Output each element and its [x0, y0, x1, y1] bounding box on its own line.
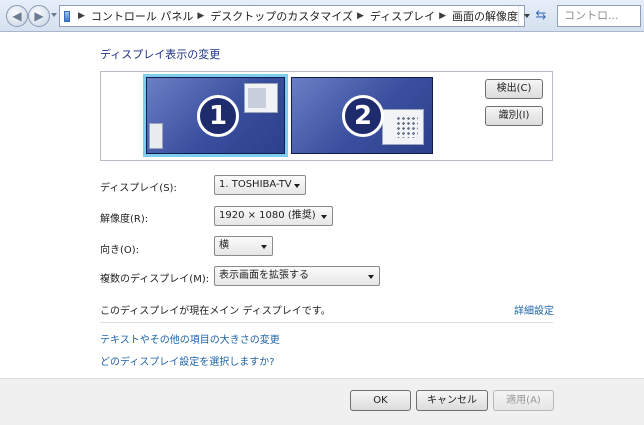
breadcrumb-item[interactable]: ▶ ディスプレイ	[353, 6, 435, 26]
orientation-select-value: 横	[219, 240, 229, 251]
orientation-label: 向き(O):	[100, 245, 140, 256]
chevron-down-icon	[321, 215, 327, 219]
breadcrumb-label[interactable]: デスクトップのカスタマイズ	[210, 8, 353, 24]
chevron-down-icon	[368, 275, 374, 279]
breadcrumb-item[interactable]: ▶ コントロール パネル	[74, 6, 193, 26]
ok-button[interactable]: OK	[350, 390, 411, 411]
breadcrumb-item[interactable]: ▶ 画面の解像度	[435, 6, 518, 26]
display-select[interactable]: 1. TOSHIBA-TV	[214, 175, 306, 195]
main-display-note: このディスプレイが現在メイン ディスプレイです。	[100, 306, 331, 317]
chevron-right-icon[interactable]: ▶	[74, 11, 91, 21]
resolution-select-value: 1920 × 1080 (推奨)	[219, 210, 316, 221]
back-icon[interactable]: ◀	[6, 5, 28, 27]
search-input[interactable]: コントロ...	[557, 5, 641, 27]
identify-button[interactable]: 識別(I)	[485, 106, 543, 126]
which-settings-link[interactable]: どのディスプレイ設定を選択しますか?	[100, 353, 275, 368]
address-dropdown-icon[interactable]	[518, 6, 530, 26]
chevron-right-icon[interactable]: ▶	[435, 11, 452, 21]
resolution-label: 解像度(R):	[100, 214, 149, 225]
control-panel-icon	[64, 10, 70, 22]
display-label: ディスプレイ(S):	[100, 183, 177, 194]
recent-pages-dropdown-icon[interactable]	[51, 13, 57, 17]
chevron-right-icon[interactable]: ▶	[193, 11, 210, 21]
monitor-2[interactable]: 2	[291, 77, 433, 154]
divider	[100, 322, 553, 323]
display-select-value: 1. TOSHIBA-TV	[219, 179, 292, 190]
monitor-1[interactable]: 1	[143, 74, 288, 157]
breadcrumb-label[interactable]: 画面の解像度	[452, 8, 518, 24]
refresh-icon[interactable]: ⇆	[530, 5, 552, 27]
dialog-footer: OK キャンセル 適用(A)	[0, 378, 644, 425]
chevron-right-icon[interactable]: ▶	[353, 11, 370, 21]
window-thumbnail-icon	[244, 83, 278, 113]
monitor-number: 1	[197, 95, 239, 137]
address-bar: ◀ ▶ ▶ コントロール パネル ▶ デスクトップのカスタマイズ ▶ ディスプレ…	[0, 0, 644, 32]
page-title: ディスプレイ表示の変更	[100, 48, 221, 61]
display-settings-panel: ディスプレイ表示の変更 1 2 検出(C) 識別(I) ディスプレイ(S): 1…	[0, 33, 644, 378]
multiple-displays-label: 複数のディスプレイ(M):	[100, 274, 210, 285]
breadcrumb-label[interactable]: コントロール パネル	[91, 8, 194, 24]
sidebar-thumbnail-icon	[149, 123, 163, 149]
orientation-select[interactable]: 横	[214, 236, 273, 256]
forward-icon[interactable]: ▶	[28, 5, 50, 27]
apply-button[interactable]: 適用(A)	[493, 390, 554, 411]
advanced-settings-link[interactable]: 詳細設定	[514, 302, 554, 317]
breadcrumb[interactable]: ▶ コントロール パネル ▶ デスクトップのカスタマイズ ▶ ディスプレイ ▶ …	[59, 5, 530, 27]
chevron-down-icon	[294, 184, 300, 188]
multiple-displays-select-value: 表示画面を拡張する	[219, 270, 309, 281]
chevron-down-icon	[261, 245, 267, 249]
text-size-link[interactable]: テキストやその他の項目の大きさの変更	[100, 331, 280, 346]
grid-icon	[396, 116, 418, 138]
resolution-select[interactable]: 1920 × 1080 (推奨)	[214, 206, 333, 226]
multiple-displays-select[interactable]: 表示画面を拡張する	[214, 266, 380, 286]
apps-grid-thumbnail-icon	[382, 109, 424, 145]
detect-button[interactable]: 検出(C)	[485, 79, 543, 99]
breadcrumb-item[interactable]: ▶ デスクトップのカスタマイズ	[193, 6, 353, 26]
breadcrumb-label[interactable]: ディスプレイ	[370, 8, 435, 24]
monitor-number: 2	[342, 95, 384, 137]
cancel-button[interactable]: キャンセル	[416, 390, 488, 411]
monitor-arrangement: 1 2 検出(C) 識別(I)	[100, 71, 553, 161]
